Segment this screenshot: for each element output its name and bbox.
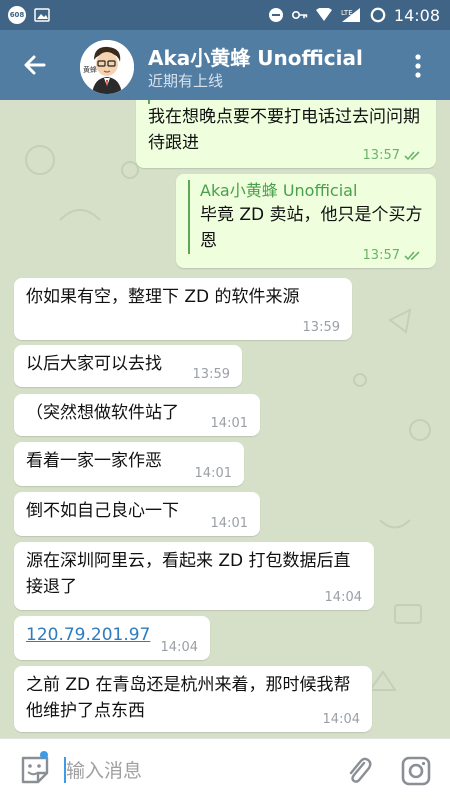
message-input[interactable] bbox=[64, 753, 328, 789]
back-button[interactable] bbox=[20, 50, 50, 80]
message-bubble-outgoing[interactable]: 我在想晚点要不要打电话过去问问期待跟进 13:57 bbox=[136, 100, 436, 168]
signal-icon: LTE bbox=[340, 7, 362, 23]
message-bubble-incoming[interactable]: 以后大家可以去找 13:59 bbox=[14, 345, 242, 387]
message-bubble-incoming[interactable]: 120.79.201.97 14:04 bbox=[14, 616, 210, 660]
message-bubble-incoming[interactable]: 你如果有空，整理下 ZD 的软件来源 13:59 bbox=[14, 278, 352, 340]
message-time: 13:59 bbox=[192, 367, 230, 382]
double-check-icon bbox=[404, 250, 420, 260]
avatar-text: 黄蜂 bbox=[83, 65, 97, 74]
attach-paperclip-icon bbox=[349, 757, 372, 783]
message-time: 14:01 bbox=[210, 416, 248, 431]
message-text: 你如果有空，整理下 ZD 的软件来源 bbox=[26, 287, 300, 307]
notification-count-badge: 608 bbox=[8, 6, 26, 24]
double-check-icon bbox=[404, 150, 420, 160]
message-time: 14:04 bbox=[322, 712, 360, 727]
message-meta: 13:57 bbox=[363, 248, 424, 264]
message-bubble-incoming[interactable]: 源在深圳阿里云，看起来 ZD 打包数据后直接退了 14:04 bbox=[14, 542, 374, 610]
key-icon bbox=[291, 7, 308, 23]
message-time: 14:01 bbox=[210, 516, 248, 531]
chat-status: 近期有上线 bbox=[148, 72, 224, 90]
emoji-sticker-icon bbox=[21, 756, 49, 784]
message-composer bbox=[0, 738, 450, 800]
attach-button[interactable] bbox=[344, 755, 374, 785]
chat-title[interactable]: Aka小黄蜂 Unofficial bbox=[148, 42, 363, 71]
message-bubble-incoming[interactable]: 看着一家一家作恶 14:01 bbox=[14, 442, 244, 486]
wifi-icon bbox=[315, 7, 332, 23]
message-bubble-incoming[interactable]: 之前 ZD 在青岛还是杭州来着，那时候我帮他维护了点东西 14:04 bbox=[14, 666, 372, 732]
battery-icon bbox=[370, 7, 386, 23]
message-text: 之前 ZD 在青岛还是杭州来着，那时候我帮他维护了点东西 bbox=[26, 675, 351, 721]
back-arrow-icon bbox=[24, 55, 46, 75]
more-options-button[interactable] bbox=[406, 52, 430, 80]
message-text: 毕竟 ZD 卖站，他只是个买方恩 bbox=[200, 205, 423, 251]
message-list[interactable]: 我在想晚点要不要打电话过去问问期待跟进 13:57 Aka小黄蜂 Unoffic… bbox=[0, 100, 450, 738]
reply-author: Aka小黄蜂 Unofficial bbox=[200, 181, 358, 200]
camera-icon bbox=[401, 756, 431, 786]
camera-button[interactable] bbox=[400, 755, 432, 787]
status-bar: 608 LTE 14:08 bbox=[0, 0, 450, 30]
message-bubble-outgoing-reply[interactable]: Aka小黄蜂 Unofficial 毕竟 ZD 卖站，他只是个买方恩 13:57 bbox=[176, 174, 436, 268]
message-time: 14:01 bbox=[194, 466, 232, 481]
avatar[interactable]: 黄蜂 bbox=[80, 40, 134, 94]
more-vert-icon bbox=[415, 54, 421, 78]
message-time: 14:04 bbox=[324, 590, 362, 605]
message-bubble-incoming[interactable]: 倒不如自己良心一下 14:01 bbox=[14, 492, 260, 536]
reply-quote-bar bbox=[148, 100, 160, 104]
image-notification-icon bbox=[34, 7, 50, 23]
message-time: 13:57 bbox=[362, 148, 400, 163]
message-text: 源在深圳阿里云，看起来 ZD 打包数据后直接退了 bbox=[26, 551, 351, 597]
message-time: 14:04 bbox=[160, 640, 198, 655]
network-type-label: LTE bbox=[341, 9, 353, 17]
message-bubble-incoming[interactable]: （突然想做软件站了 14:01 bbox=[14, 394, 260, 436]
dnd-icon bbox=[268, 7, 284, 23]
reply-quote[interactable]: Aka小黄蜂 Unofficial 毕竟 ZD 卖站，他只是个买方恩 bbox=[188, 180, 424, 254]
chat-header: 黄蜂 Aka小黄蜂 Unofficial 近期有上线 bbox=[0, 30, 450, 100]
message-meta: 13:57 bbox=[363, 148, 424, 164]
emoji-sticker-button[interactable] bbox=[18, 753, 52, 787]
message-time: 13:59 bbox=[302, 320, 340, 335]
avatar-illustration: 黄蜂 bbox=[80, 40, 134, 94]
message-time: 13:57 bbox=[362, 248, 400, 263]
clock: 14:08 bbox=[393, 5, 440, 25]
new-stickers-dot bbox=[40, 751, 48, 759]
